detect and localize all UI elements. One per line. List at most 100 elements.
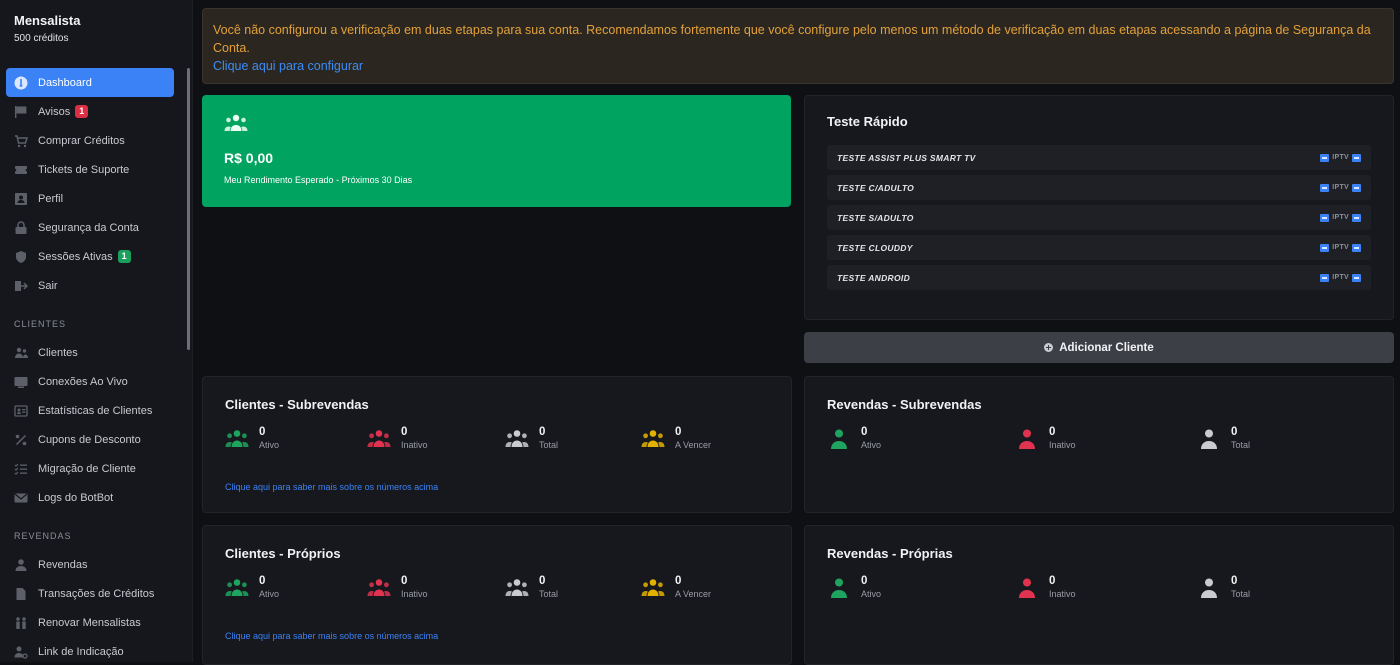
sidebar-item-comprar-creditos[interactable]: Comprar Créditos: [6, 126, 174, 155]
active-users-icon: [225, 426, 259, 453]
sidebar-item-label: Tickets de Suporte: [38, 163, 130, 176]
quick-test-item[interactable]: TESTE ASSIST PLUS SMART TV IPTV: [827, 145, 1371, 170]
user-icon: [14, 558, 28, 572]
stat-label: Ativo: [259, 589, 280, 599]
stat-ativo: 0 Ativo: [827, 426, 881, 453]
sidebar-item-transacoes[interactable]: Transações de Créditos: [6, 579, 174, 608]
expected-income-amount: R$ 0,00: [224, 150, 274, 166]
stat-label: Total: [539, 440, 559, 450]
stat-text: 0 A Vencer: [675, 426, 711, 452]
stats-row: 0 Ativo 0 Inativo 0 Total: [827, 575, 1371, 603]
quick-test-item-label: TESTE C/ADULTO: [837, 182, 915, 193]
stat-a-vencer: 0 A Vencer: [641, 575, 711, 602]
quick-test-item[interactable]: TESTE S/ADULTO IPTV: [827, 205, 1371, 230]
stat-value: 0: [539, 426, 546, 438]
quick-test-item[interactable]: TESTE ANDROID IPTV: [827, 265, 1371, 290]
sidebar-item-migracao[interactable]: Migração de Cliente: [6, 454, 174, 483]
sidebar-item-seguranca[interactable]: Segurança da Conta: [6, 213, 174, 242]
sidebar-item-cupons[interactable]: Cupons de Desconto: [6, 425, 174, 454]
active-users-icon: [225, 575, 259, 602]
users-icon: [14, 346, 28, 360]
stat-text: 0 Total: [1231, 426, 1250, 452]
sidebar-item-tickets[interactable]: Tickets de Suporte: [6, 155, 174, 184]
stat-inativo: 0 Inativo: [367, 426, 428, 453]
sidebar-item-conexoes[interactable]: Conexões Ao Vivo: [6, 367, 174, 396]
sidebar-item-dashboard[interactable]: Dashboard: [6, 68, 174, 97]
due-users-icon: [641, 426, 675, 453]
stat-ativo: 0 Ativo: [827, 575, 881, 602]
more-info-link[interactable]: Clique aqui para saber mais sobre os núm…: [225, 482, 769, 492]
stat-text: 0 Ativo: [259, 575, 279, 601]
notification-badge: 1: [75, 105, 89, 118]
card-title: Clientes - Subrevendas: [225, 397, 369, 412]
arrow-right-icon: [1320, 183, 1330, 192]
more-info-link[interactable]: Clique aqui para saber mais sobre os núm…: [225, 631, 769, 641]
inactive-users-icon: [1015, 426, 1049, 453]
sidebar-item-perfil[interactable]: Perfil: [6, 184, 174, 213]
stat-text: 0 Ativo: [861, 426, 881, 452]
file-icon: [14, 587, 28, 601]
sidebar-header: Mensalista 500 créditos: [0, 0, 192, 44]
arrow-right-icon: [1320, 213, 1330, 222]
section-resellers-heading: REVENDAS: [14, 531, 72, 541]
resellers-own-card: Revendas - Próprias 0 Ativo 0 Inativo 0 Total: [804, 525, 1394, 665]
sidebar-item-label: Renovar Mensalistas: [38, 616, 141, 629]
stat-value: 0: [861, 575, 868, 587]
sidebar-scrollbar[interactable]: [187, 68, 190, 350]
sidebar-item-clientes[interactable]: Clientes: [6, 338, 174, 367]
stat-label: Total: [1231, 589, 1251, 599]
ticket-icon: [14, 163, 28, 177]
inactive-users-icon: [367, 575, 401, 602]
stat-text: 0 Ativo: [259, 426, 279, 452]
iptv-tag: IPTV: [1320, 243, 1361, 252]
stat-value: 0: [401, 575, 408, 587]
clients-subresellers-card: Clientes - Subrevendas 0 Ativo 0 Inativo 0 To…: [202, 376, 792, 513]
stat-value: 0: [1049, 426, 1056, 438]
quick-test-item-label: TESTE S/ADULTO: [837, 212, 914, 223]
cart-icon: [14, 134, 28, 148]
sidebar-item-sair[interactable]: Sair: [6, 271, 174, 300]
stat-value: 0: [861, 426, 868, 438]
sidebar-item-label: Migração de Cliente: [38, 462, 136, 475]
iptv-tag: IPTV: [1320, 273, 1361, 282]
flag-icon: [14, 105, 28, 119]
sidebar-item-estatisticas[interactable]: Estatísticas de Clientes: [6, 396, 174, 425]
sidebar-item-label: Cupons de Desconto: [38, 433, 141, 446]
sidebar-item-logs[interactable]: Logs do BotBot: [6, 483, 174, 512]
quick-test-title: Teste Rápido: [827, 114, 908, 129]
sidebar-item-link-indicacao[interactable]: Link de Indicação: [6, 637, 174, 662]
stat-value: 0: [401, 426, 408, 438]
sidebar-item-sessoes[interactable]: Sessões Ativas 1: [6, 242, 174, 271]
percent-icon: [14, 433, 28, 447]
lock-icon: [14, 220, 28, 235]
stat-label: A Vencer: [675, 589, 712, 599]
iptv-tag: IPTV: [1320, 213, 1361, 222]
quick-test-item[interactable]: TESTE C/ADULTO IPTV: [827, 175, 1371, 200]
stat-value: 0: [675, 426, 682, 438]
active-users-icon: [827, 426, 861, 453]
user-gear-icon: [14, 645, 28, 659]
stat-label: Total: [1231, 440, 1251, 450]
alert-text: Você não configurou a verificação em dua…: [213, 23, 1371, 55]
sidebar-item-renovar[interactable]: Renovar Mensalistas: [6, 608, 174, 637]
configure-2fa-link[interactable]: Clique aqui para configurar: [213, 59, 363, 73]
stat-text: 0 Inativo: [401, 426, 428, 452]
quick-test-item[interactable]: TESTE CLOUDDY IPTV: [827, 235, 1371, 260]
card-title: Clientes - Próprios: [225, 546, 341, 561]
iptv-label: IPTV: [1332, 214, 1349, 221]
clients-own-card: Clientes - Próprios 0 Ativo 0 Inativo 0 Total…: [202, 525, 792, 665]
sidebar-item-revendas[interactable]: Revendas: [6, 550, 174, 579]
stat-value: 0: [259, 575, 266, 587]
arrow-right-icon: [1320, 243, 1330, 252]
users-icon: [224, 114, 248, 131]
plus-circle-icon: [1044, 343, 1054, 352]
add-client-button[interactable]: Adicionar Cliente: [804, 332, 1394, 363]
inactive-users-icon: [367, 426, 401, 453]
stat-text: 0 Inativo: [401, 575, 428, 601]
sessions-badge: 1: [117, 250, 131, 263]
arrow-left-icon: [1352, 153, 1361, 162]
sidebar-item-label: Estatísticas de Clientes: [38, 404, 153, 417]
stat-value: 0: [539, 575, 546, 587]
expected-income-card: R$ 0,00 Meu Rendimento Esperado - Próxim…: [202, 95, 791, 207]
sidebar-item-avisos[interactable]: Avisos 1: [6, 97, 174, 126]
